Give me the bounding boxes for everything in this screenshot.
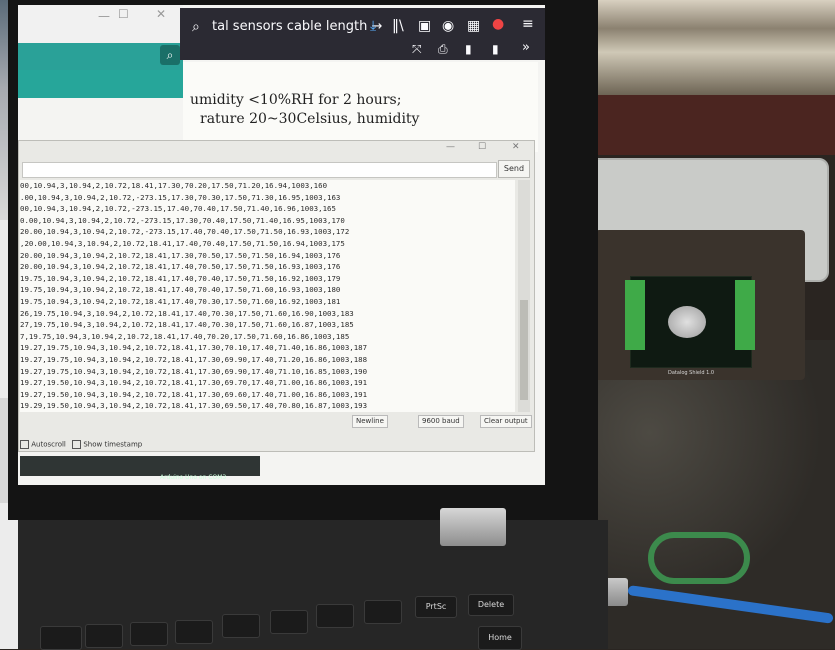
timestamp-checkbox[interactable] — [72, 440, 82, 449]
timestamp-label: Show timestamp — [83, 440, 143, 449]
serial-output-line: 26,19.75,10.94,3,10.94,2,10.72,18.41,17.… — [20, 308, 354, 318]
qr-icon[interactable]: ▦ — [467, 18, 480, 34]
serial-window-controls: — ☐ ✕ — [440, 142, 530, 156]
wooden-wall — [590, 0, 835, 95]
close-icon[interactable]: ✕ — [512, 142, 520, 152]
serial-output-line: 20.00,10.94,3,10.94,2,10.72,18.41,17.40,… — [20, 262, 341, 272]
serial-scroll-thumb[interactable] — [520, 300, 528, 400]
maximize-icon[interactable]: ☐ — [478, 142, 486, 152]
serial-output-line: .00,10.94,3,10.94,2,10.72,-273.15,17.30,… — [20, 192, 341, 202]
laptop-hinge — [440, 508, 506, 546]
key-delete[interactable]: Delete — [468, 594, 514, 616]
serial-output-line: 19.27,19.75,10.94,3,10.94,2,10.72,18.41,… — [20, 354, 368, 364]
autoscroll-checkbox[interactable] — [20, 440, 29, 449]
record-icon[interactable]: ● — [492, 16, 504, 32]
key-f2[interactable] — [85, 624, 123, 648]
serial-monitor-icon[interactable]: ⌕ — [160, 45, 180, 65]
key-esc[interactable] — [40, 626, 82, 650]
shield-label: Datalog Shield 1.0 — [668, 370, 715, 376]
wooden-beam — [590, 95, 835, 155]
library-icon[interactable]: ‖\ — [392, 18, 404, 34]
serial-output-line: 20.00,10.94,3,10.94,2,10.72,-273.15,17.4… — [20, 227, 350, 237]
serial-output-line: 00,10.94,3,10.94,2,10.72,-273.15,17.40,7… — [20, 204, 336, 214]
serial-output-line: ,20.00,10.94,3,10.94,2,10.72,18.41,17.40… — [20, 238, 345, 248]
document-line-2: rature 20~30Celsius, humidity — [200, 111, 420, 127]
terminal-block-right — [735, 280, 755, 350]
serial-output-line: 19.27,19.50,10.94,3,10.94,2,10.72,18.41,… — [20, 389, 368, 399]
search-icon: ⌕ — [192, 19, 200, 35]
key-f8[interactable] — [364, 600, 402, 624]
print-icon[interactable]: ⎙ — [438, 42, 448, 57]
key-f3[interactable] — [130, 622, 168, 646]
serial-output-line: 00,10.94,3,10.94,2,10.72,18.41,17.30,70.… — [20, 181, 328, 190]
save-icon[interactable]: ▮ — [465, 42, 472, 56]
clear-output-button[interactable]: Clear output — [480, 415, 532, 428]
line-ending-select[interactable]: Newline — [352, 415, 388, 428]
serial-controls: Newline 9600 baud Clear output — [20, 412, 532, 430]
menu-icon[interactable]: ≡ — [522, 16, 534, 32]
key-f4[interactable] — [175, 620, 213, 644]
serial-output-line: 27,19.75,10.94,3,10.94,2,10.72,18.41,17.… — [20, 320, 354, 330]
serial-output-line: 19.27,19.75,10.94,3,10.94,2,10.72,18.41,… — [20, 366, 368, 376]
download-icon[interactable]: ⤓ — [370, 18, 376, 34]
serial-output-line: 19.27,19.75,10.94,3,10.94,2,10.72,18.41,… — [20, 343, 368, 353]
serial-output-line: 20.00,10.94,3,10.94,2,10.72,18.41,17.30,… — [20, 250, 341, 260]
scissors-handle — [648, 532, 750, 584]
serial-options-row: Autoscroll Show timestamp — [20, 440, 260, 454]
board-port-status: Arduino Uno on COM3 — [160, 474, 227, 481]
autoscroll-label: Autoscroll — [31, 440, 66, 449]
serial-output: 00,10.94,3,10.94,2,10.72,18.41,17.30,70.… — [20, 180, 515, 412]
baud-rate-select[interactable]: 9600 baud — [418, 415, 464, 428]
ide-status-bar — [20, 456, 260, 476]
send-button[interactable]: Send — [498, 160, 530, 178]
document-line-1: umidity <10%RH for 2 hours; — [190, 92, 402, 108]
sidebar-icon[interactable]: ▣ — [418, 18, 431, 34]
close-icon[interactable]: ✕ — [156, 7, 166, 21]
serial-output-line: 19.29,19.50,10.94,3,10.94,2,10.72,18.41,… — [20, 401, 368, 411]
ide-titlebar: — ☐ ✕ — [18, 5, 183, 43]
serial-output-line: 19.75,10.94,3,10.94,2,10.72,18.41,17.40,… — [20, 273, 341, 283]
coin-cell-battery — [668, 306, 706, 338]
bookmark-icon[interactable]: ▮ — [492, 42, 499, 56]
url-text: tal sensors cable length — [212, 19, 368, 34]
serial-output-line: 7,19.75,10.94,3,10.94,2,10.72,18.41,17.4… — [20, 331, 350, 341]
url-bar[interactable]: tal sensors cable length → — [212, 19, 382, 41]
minimize-icon[interactable]: — — [446, 142, 455, 152]
serial-send-input[interactable] — [22, 162, 497, 178]
minimize-icon[interactable]: — — [98, 9, 110, 23]
serial-output-line: 19.75,10.94,3,10.94,2,10.72,18.41,17.40,… — [20, 296, 341, 306]
key-f5[interactable] — [222, 614, 260, 638]
serial-output-line: 0.00,10.94,3,10.94,2,10.72,-273.15,17.30… — [20, 215, 345, 225]
fullscreen-icon[interactable]: ⤧ — [412, 42, 422, 57]
serial-output-line: 19.27,19.50,10.94,3,10.94,2,10.72,18.41,… — [20, 378, 368, 388]
serial-output-line: 19.75,10.94,3,10.94,2,10.72,18.41,17.40,… — [20, 285, 341, 295]
key-prtsc[interactable]: PrtSc — [415, 596, 457, 618]
extension-icon[interactable]: ◉ — [442, 18, 454, 34]
ide-tabbar — [18, 70, 183, 98]
more-icon[interactable]: » — [522, 40, 530, 55]
key-home[interactable]: Home — [478, 626, 522, 650]
key-f6[interactable] — [270, 610, 308, 634]
terminal-block-left — [625, 280, 645, 350]
key-f7[interactable] — [316, 604, 354, 628]
maximize-icon[interactable]: ☐ — [118, 7, 129, 21]
